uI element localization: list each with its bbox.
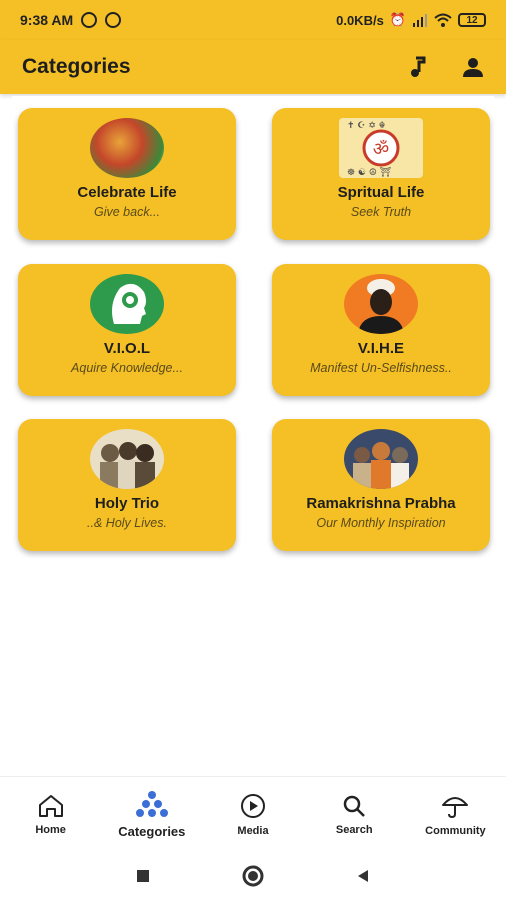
category-subtitle: Our Monthly Inspiration: [316, 516, 446, 530]
status-bar: 9:38 AM 0.0KB/s ⏰ 12: [0, 0, 506, 40]
umbrella-icon: [442, 796, 469, 818]
category-card-celebrate-life[interactable]: Celebrate Life Give back...: [18, 108, 236, 240]
ramakrishna-prabha-image: [344, 429, 418, 489]
category-name: Spritual Life: [337, 184, 425, 201]
recents-button[interactable]: [135, 868, 151, 884]
play-icon: [241, 793, 265, 818]
music-note-icon[interactable]: [408, 56, 428, 78]
notification-icon: [81, 12, 98, 28]
celebrate-life-image: [90, 118, 164, 178]
nav-label: Home: [35, 823, 66, 836]
nav-item-search[interactable]: Search: [304, 777, 405, 852]
category-subtitle: Aquire Knowledge...: [71, 361, 183, 375]
category-name: Ramakrishna Prabha: [306, 495, 456, 512]
category-subtitle: Seek Truth: [350, 205, 412, 219]
category-card-viol[interactable]: V.I.O.L Aquire Knowledge...: [18, 264, 236, 396]
category-name: V.I.H.E: [357, 340, 405, 357]
battery-icon: 12: [458, 13, 486, 27]
back-button[interactable]: [355, 868, 371, 884]
viol-head-gear-image: [90, 274, 164, 334]
nav-label: Media: [237, 824, 269, 837]
category-card-vihe[interactable]: V.I.H.E Manifest Un-Selfishness..: [272, 264, 490, 396]
category-card-holy-trio[interactable]: Holy Trio ..& Holy Lives.: [18, 419, 236, 551]
category-name: Celebrate Life: [77, 184, 177, 201]
svg-text:ॐ: ॐ: [373, 139, 389, 160]
nav-label: Categories: [118, 824, 186, 839]
nav-item-media[interactable]: Media: [202, 777, 303, 852]
nav-item-community[interactable]: Community: [405, 777, 506, 852]
category-card-ramakrishna-prabha[interactable]: Ramakrishna Prabha Our Monthly Inspirati…: [272, 419, 490, 551]
svg-text:✝ ☪ ✡ ☬: ✝ ☪ ✡ ☬: [347, 121, 385, 131]
wifi-icon: [434, 13, 452, 27]
home-button[interactable]: [241, 864, 265, 888]
battery-level: 12: [466, 14, 478, 26]
signal-icon: [413, 14, 427, 27]
network-speed: 0.0KB/s: [336, 12, 384, 28]
nav-item-home[interactable]: Home: [0, 777, 101, 852]
bottom-navigation: Home Categories Media Search Community: [0, 776, 506, 852]
spritual-life-image: ॐ ✝ ☪ ✡ ☬ ☸ ☯ ☮ ⛩: [339, 118, 423, 178]
holy-trio-image: [90, 429, 164, 489]
alarm-icon: ⏰: [389, 12, 406, 27]
category-card-spritual-life[interactable]: ॐ ✝ ☪ ✡ ☬ ☸ ☯ ☮ ⛩ Spritual Life Seek Tru…: [272, 108, 490, 240]
home-icon: [38, 794, 63, 817]
system-navigation-bar: [0, 852, 506, 900]
app-bar: Categories: [0, 40, 506, 94]
nav-label: Community: [425, 824, 486, 837]
sync-icon: [105, 12, 122, 28]
categories-icon: [135, 791, 168, 817]
categories-panel: Celebrate Life Give back... ॐ ✝ ☪ ✡ ☬ ☸ …: [12, 96, 494, 766]
svg-text:☸ ☯ ☮ ⛩: ☸ ☯ ☮ ⛩: [347, 167, 391, 178]
category-name: V.I.O.L: [103, 340, 151, 357]
person-icon[interactable]: [462, 57, 484, 77]
nav-item-categories[interactable]: Categories: [101, 777, 202, 852]
page-title: Categories: [22, 55, 131, 78]
category-subtitle: Manifest Un-Selfishness..: [310, 361, 452, 375]
category-name: Holy Trio: [94, 495, 160, 512]
search-icon: [343, 795, 366, 817]
category-subtitle: Give back...: [94, 205, 160, 219]
nav-label: Search: [335, 823, 373, 836]
status-time: 9:38 AM: [20, 12, 74, 28]
category-subtitle: ..& Holy Lives.: [87, 516, 167, 530]
vihe-portrait-image: [344, 274, 418, 334]
